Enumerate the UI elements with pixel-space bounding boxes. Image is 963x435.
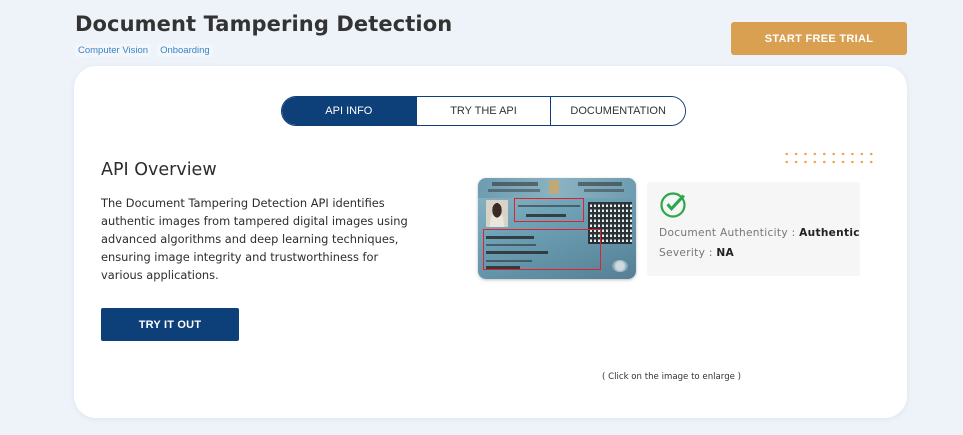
severity-value: NA <box>716 247 735 259</box>
emblem-icon <box>549 180 559 194</box>
page-title: Document Tampering Detection <box>75 12 453 36</box>
api-info-card: API INFO TRY THE API DOCUMENTATION API O… <box>74 66 907 418</box>
tag-computer-vision[interactable]: Computer Vision <box>75 44 152 57</box>
severity-label: Severity : <box>659 247 713 259</box>
authenticity-row: Document Authenticity : Authentic <box>659 227 860 239</box>
tab-try-the-api[interactable]: TRY THE API <box>415 97 551 125</box>
enlarge-hint: ( Click on the image to enlarge ) <box>602 372 742 382</box>
try-it-out-button[interactable]: TRY IT OUT <box>101 308 239 341</box>
id-photo <box>486 200 508 227</box>
tab-documentation[interactable]: DOCUMENTATION <box>550 97 685 125</box>
tab-api-info[interactable]: API INFO <box>282 97 416 125</box>
tag-onboarding[interactable]: Onboarding <box>157 44 213 57</box>
tab-bar: API INFO TRY THE API DOCUMENTATION <box>281 96 686 126</box>
overview-title: API Overview <box>101 160 217 180</box>
start-free-trial-button[interactable]: START FREE TRIAL <box>731 22 907 55</box>
severity-row: Severity : NA <box>659 247 734 259</box>
tag-list: Computer Vision Onboarding <box>75 44 213 57</box>
authenticity-label: Document Authenticity : <box>659 227 796 239</box>
tamper-region-box <box>514 198 584 222</box>
authenticity-value: Authentic <box>799 227 860 239</box>
hologram-icon <box>612 260 628 272</box>
overview-description: The Document Tampering Detection API ide… <box>101 196 408 282</box>
sample-document-image[interactable] <box>478 178 636 279</box>
decorative-dots <box>782 150 876 166</box>
detection-result-panel: Document Authenticity : Authentic Severi… <box>647 182 860 276</box>
check-icon <box>660 192 686 218</box>
tamper-region-box <box>483 229 601 270</box>
